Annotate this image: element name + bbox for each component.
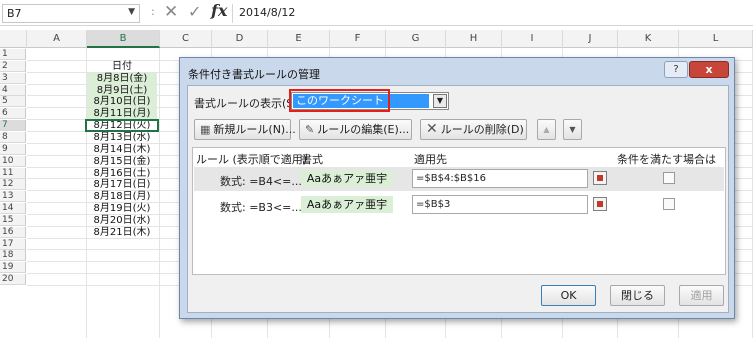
row-header-14[interactable]: 14 — [0, 203, 26, 215]
insert-function-icon[interactable]: fx — [211, 1, 227, 20]
gridline — [159, 48, 160, 338]
show-rules-label: 書式ルールの表示(S): — [194, 97, 302, 110]
cell-b10[interactable]: 8月15日(金) — [87, 156, 157, 167]
dialog-title: 条件付き書式ルールの管理 — [188, 68, 320, 81]
formula-input[interactable]: 2014/8/12 — [232, 4, 751, 23]
rules-table: ルール (表示順で適用) 書式 適用先 条件を満たす場合は停止 数式: =B4<… — [192, 147, 726, 275]
row-header-11[interactable]: 11 — [0, 167, 26, 179]
row-header-17[interactable]: 17 — [0, 238, 26, 250]
close-window-button[interactable]: x — [689, 61, 729, 78]
new-rule-icon: ▦ — [200, 123, 211, 136]
dialog-body: 書式ルールの表示(S): このワークシート ▼ ▦ 新規ルール(N)... ✎ ルー… — [187, 85, 729, 313]
delete-rule-button[interactable]: ✕ ルールの削除(D) — [420, 119, 527, 140]
column-header-j[interactable]: J — [563, 30, 618, 48]
format-preview: Aaあぁアァ亜宇 — [301, 196, 393, 213]
cell-b11[interactable]: 8月16日(土) — [87, 168, 157, 179]
format-preview: Aaあぁアァ亜宇 — [301, 170, 393, 187]
name-box[interactable]: B7 ▼ — [2, 4, 140, 23]
rule-row[interactable]: 数式: =B4<=... Aaあぁアァ亜宇 =$B$4:$B$16 — [194, 167, 724, 191]
select-all-corner[interactable] — [0, 30, 27, 48]
row-header-15[interactable]: 15 — [0, 214, 26, 226]
close-button[interactable]: 閉じる — [610, 285, 665, 306]
header-rule: ルール (表示順で適用) — [196, 153, 308, 166]
column-header-d[interactable]: D — [212, 30, 268, 48]
delete-rule-label: ルールの削除(D) — [440, 123, 524, 136]
row-header-7[interactable]: 7 — [0, 120, 26, 132]
range-select-icon[interactable] — [593, 171, 607, 185]
stop-if-true-checkbox[interactable] — [663, 172, 675, 184]
formula-bar-separator: : — [151, 5, 155, 18]
column-header-f[interactable]: F — [330, 30, 386, 48]
cell-b15[interactable]: 8月20日(水) — [87, 215, 157, 226]
row-header-1[interactable]: 1 — [0, 49, 26, 60]
cell-b4[interactable]: 8月9日(土) — [87, 84, 157, 96]
row-header-18[interactable]: 18 — [0, 250, 26, 262]
column-header-b[interactable]: B — [87, 30, 160, 48]
row-header-16[interactable]: 16 — [0, 226, 26, 238]
range-select-icon[interactable] — [593, 197, 607, 211]
ok-button[interactable]: OK — [541, 285, 596, 306]
conditional-format-manager-dialog: 条件付き書式ルールの管理 ? x 書式ルールの表示(S): このワークシート ▼… — [179, 57, 735, 319]
cell-b9[interactable]: 8月14日(木) — [87, 144, 157, 155]
row-header-13[interactable]: 13 — [0, 191, 26, 203]
cancel-icon[interactable]: ✕ — [164, 2, 178, 22]
cell-b14[interactable]: 8月19日(火) — [87, 203, 157, 214]
cell-b12[interactable]: 8月17日(日) — [87, 179, 157, 190]
active-cell-border — [85, 119, 159, 133]
header-applies-to: 適用先 — [414, 153, 447, 166]
column-header-c[interactable]: C — [160, 30, 212, 48]
column-header-l[interactable]: L — [679, 30, 753, 48]
row-header-5[interactable]: 5 — [0, 96, 26, 108]
row-header-9[interactable]: 9 — [0, 143, 26, 155]
row-header-4[interactable]: 4 — [0, 84, 26, 96]
cell-b13[interactable]: 8月18日(月) — [87, 191, 157, 202]
rule-condition: 数式: =B3<=... — [220, 201, 302, 214]
column-header-h[interactable]: H — [446, 30, 502, 48]
row-header-20[interactable]: 20 — [0, 274, 26, 286]
rule-row[interactable]: 数式: =B3<=... Aaあぁアァ亜宇 =$B$3 — [194, 193, 724, 217]
chevron-down-icon[interactable]: ▼ — [128, 7, 135, 17]
column-header-g[interactable]: G — [386, 30, 446, 48]
help-button[interactable]: ? — [664, 61, 688, 78]
move-up-button[interactable]: ▲ — [537, 119, 556, 140]
delete-icon: ✕ — [426, 121, 438, 137]
row-header-2[interactable]: 2 — [0, 60, 26, 72]
row-header-10[interactable]: 10 — [0, 155, 26, 167]
apply-button[interactable]: 適用 — [679, 285, 724, 306]
row-header-6[interactable]: 6 — [0, 108, 26, 120]
cell-b8[interactable]: 8月13日(水) — [87, 132, 157, 143]
column-header-e[interactable]: E — [268, 30, 330, 48]
edit-rule-label: ルールの編集(E)... — [317, 123, 410, 136]
highlight-annotation — [289, 89, 390, 112]
cell-b6[interactable]: 8月11日(月) — [87, 108, 157, 120]
chevron-down-icon[interactable]: ▼ — [433, 94, 447, 108]
enter-icon[interactable]: ✓ — [188, 2, 201, 21]
edit-rule-icon: ✎ — [305, 123, 315, 136]
name-box-value: B7 — [7, 7, 22, 20]
column-header-a[interactable]: A — [27, 30, 87, 48]
applies-to-input[interactable]: =$B$4:$B$16 — [412, 169, 588, 188]
row-header-19[interactable]: 19 — [0, 262, 26, 274]
cell-b3[interactable]: 8月8日(金) — [87, 72, 157, 84]
row-header-8[interactable]: 8 — [0, 131, 26, 143]
edit-rule-button[interactable]: ✎ ルールの編集(E)... — [299, 119, 412, 140]
applies-to-input[interactable]: =$B$3 — [412, 195, 588, 214]
cell-b2[interactable]: 日付 — [87, 61, 157, 72]
cell-b5[interactable]: 8月10日(日) — [87, 96, 157, 108]
rule-condition: 数式: =B4<=... — [220, 175, 302, 188]
column-header-i[interactable]: I — [502, 30, 563, 48]
move-down-button[interactable]: ▼ — [563, 119, 582, 140]
stop-if-true-checkbox[interactable] — [663, 198, 675, 210]
row-header-3[interactable]: 3 — [0, 72, 26, 84]
new-rule-button[interactable]: ▦ 新規ルール(N)... — [194, 119, 296, 140]
formula-bar: B7 ▼ : ✕ ✓ fx 2014/8/12 — [0, 0, 753, 26]
column-header-k[interactable]: K — [618, 30, 679, 48]
formula-value: 2014/8/12 — [239, 6, 296, 19]
new-rule-label: 新規ルール(N)... — [213, 123, 296, 136]
cell-b16[interactable]: 8月21日(木) — [87, 227, 157, 238]
row-header-12[interactable]: 12 — [0, 179, 26, 191]
header-format: 書式 — [301, 153, 323, 166]
